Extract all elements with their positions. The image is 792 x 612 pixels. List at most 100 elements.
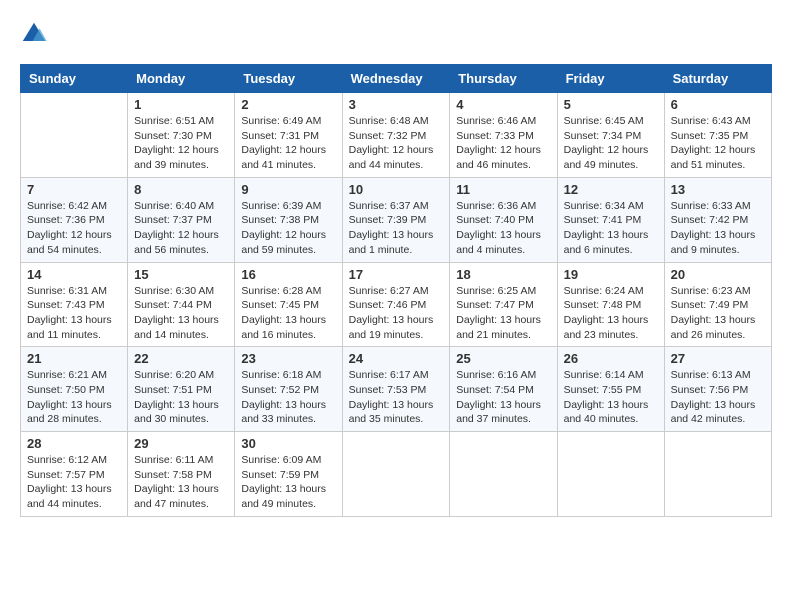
calendar-cell: 27 Sunrise: 6:13 AM Sunset: 7:56 PM Dayli… [664,347,771,432]
calendar-cell [450,432,557,517]
day-number: 14 [27,267,121,282]
calendar-cell: 30 Sunrise: 6:09 AM Sunset: 7:59 PM Dayli… [235,432,342,517]
calendar-cell: 9 Sunrise: 6:39 AM Sunset: 7:38 PM Daylig… [235,177,342,262]
calendar-cell: 5 Sunrise: 6:45 AM Sunset: 7:34 PM Daylig… [557,93,664,178]
calendar-cell: 1 Sunrise: 6:51 AM Sunset: 7:30 PM Daylig… [128,93,235,178]
calendar-cell: 10 Sunrise: 6:37 AM Sunset: 7:39 PM Dayli… [342,177,450,262]
calendar-cell [21,93,128,178]
day-info: Sunrise: 6:18 AM Sunset: 7:52 PM Dayligh… [241,368,335,427]
day-info: Sunrise: 6:51 AM Sunset: 7:30 PM Dayligh… [134,114,228,173]
day-info: Sunrise: 6:30 AM Sunset: 7:44 PM Dayligh… [134,284,228,343]
day-number: 1 [134,97,228,112]
day-info: Sunrise: 6:09 AM Sunset: 7:59 PM Dayligh… [241,453,335,512]
day-info: Sunrise: 6:31 AM Sunset: 7:43 PM Dayligh… [27,284,121,343]
day-info: Sunrise: 6:12 AM Sunset: 7:57 PM Dayligh… [27,453,121,512]
calendar-header-wednesday: Wednesday [342,65,450,93]
day-number: 26 [564,351,658,366]
day-info: Sunrise: 6:14 AM Sunset: 7:55 PM Dayligh… [564,368,658,427]
calendar-cell: 7Sunrise: 6:42 AM Sunset: 7:36 PM Daylig… [21,177,128,262]
day-info: Sunrise: 6:24 AM Sunset: 7:48 PM Dayligh… [564,284,658,343]
day-number: 30 [241,436,335,451]
day-number: 16 [241,267,335,282]
day-number: 19 [564,267,658,282]
day-number: 9 [241,182,335,197]
calendar-cell: 24Sunrise: 6:17 AM Sunset: 7:53 PM Dayli… [342,347,450,432]
calendar-cell [557,432,664,517]
calendar-header-thursday: Thursday [450,65,557,93]
calendar-week-row: 28 Sunrise: 6:12 AM Sunset: 7:57 PM Dayli… [21,432,772,517]
calendar-cell: 25 Sunrise: 6:16 AM Sunset: 7:54 PM Dayli… [450,347,557,432]
logo-icon [20,20,48,48]
calendar-cell: 18 Sunrise: 6:25 AM Sunset: 7:47 PM Dayli… [450,262,557,347]
calendar-header-monday: Monday [128,65,235,93]
calendar-header-tuesday: Tuesday [235,65,342,93]
calendar-table: SundayMondayTuesdayWednesdayThursdayFrid… [20,64,772,517]
day-number: 4 [456,97,550,112]
calendar-cell [664,432,771,517]
day-number: 2 [241,97,335,112]
calendar-cell: 8 Sunrise: 6:40 AM Sunset: 7:37 PM Daylig… [128,177,235,262]
calendar-cell [342,432,450,517]
day-info: Sunrise: 6:45 AM Sunset: 7:34 PM Dayligh… [564,114,658,173]
day-number: 12 [564,182,658,197]
day-number: 8 [134,182,228,197]
calendar-week-row: 14 Sunrise: 6:31 AM Sunset: 7:43 PM Dayli… [21,262,772,347]
page-header [20,20,772,48]
logo [20,20,52,48]
calendar-cell: 21 Sunrise: 6:21 AM Sunset: 7:50 PM Dayli… [21,347,128,432]
calendar-cell: 3 Sunrise: 6:48 AM Sunset: 7:32 PM Daylig… [342,93,450,178]
day-info: Sunrise: 6:33 AM Sunset: 7:42 PM Dayligh… [671,199,765,258]
day-number: 22 [134,351,228,366]
calendar-header-row: SundayMondayTuesdayWednesdayThursdayFrid… [21,65,772,93]
day-number: 29 [134,436,228,451]
day-number: 20 [671,267,765,282]
day-info: Sunrise: 6:43 AM Sunset: 7:35 PM Dayligh… [671,114,765,173]
calendar-week-row: 7Sunrise: 6:42 AM Sunset: 7:36 PM Daylig… [21,177,772,262]
day-info: Sunrise: 6:37 AM Sunset: 7:39 PM Dayligh… [349,199,444,258]
day-info: Sunrise: 6:36 AM Sunset: 7:40 PM Dayligh… [456,199,550,258]
day-info: Sunrise: 6:21 AM Sunset: 7:50 PM Dayligh… [27,368,121,427]
calendar-header-sunday: Sunday [21,65,128,93]
day-info: Sunrise: 6:11 AM Sunset: 7:58 PM Dayligh… [134,453,228,512]
day-info: Sunrise: 6:27 AM Sunset: 7:46 PM Dayligh… [349,284,444,343]
day-number: 10 [349,182,444,197]
day-info: Sunrise: 6:28 AM Sunset: 7:45 PM Dayligh… [241,284,335,343]
day-info: Sunrise: 6:20 AM Sunset: 7:51 PM Dayligh… [134,368,228,427]
day-number: 3 [349,97,444,112]
calendar-cell: 13 Sunrise: 6:33 AM Sunset: 7:42 PM Dayli… [664,177,771,262]
day-number: 21 [27,351,121,366]
calendar-cell: 11Sunrise: 6:36 AM Sunset: 7:40 PM Dayli… [450,177,557,262]
calendar-cell: 4 Sunrise: 6:46 AM Sunset: 7:33 PM Daylig… [450,93,557,178]
day-number: 25 [456,351,550,366]
day-number: 13 [671,182,765,197]
day-info: Sunrise: 6:25 AM Sunset: 7:47 PM Dayligh… [456,284,550,343]
day-info: Sunrise: 6:48 AM Sunset: 7:32 PM Dayligh… [349,114,444,173]
calendar-cell: 6 Sunrise: 6:43 AM Sunset: 7:35 PM Daylig… [664,93,771,178]
day-info: Sunrise: 6:46 AM Sunset: 7:33 PM Dayligh… [456,114,550,173]
calendar-header-friday: Friday [557,65,664,93]
day-info: Sunrise: 6:13 AM Sunset: 7:56 PM Dayligh… [671,368,765,427]
day-number: 28 [27,436,121,451]
day-number: 18 [456,267,550,282]
day-info: Sunrise: 6:42 AM Sunset: 7:36 PM Dayligh… [27,199,121,258]
calendar-cell: 16 Sunrise: 6:28 AM Sunset: 7:45 PM Dayli… [235,262,342,347]
day-number: 5 [564,97,658,112]
day-number: 6 [671,97,765,112]
day-info: Sunrise: 6:39 AM Sunset: 7:38 PM Dayligh… [241,199,335,258]
calendar-cell: 15 Sunrise: 6:30 AM Sunset: 7:44 PM Dayli… [128,262,235,347]
day-number: 17 [349,267,444,282]
day-info: Sunrise: 6:16 AM Sunset: 7:54 PM Dayligh… [456,368,550,427]
calendar-cell: 19 Sunrise: 6:24 AM Sunset: 7:48 PM Dayli… [557,262,664,347]
calendar-week-row: 21 Sunrise: 6:21 AM Sunset: 7:50 PM Dayli… [21,347,772,432]
calendar-cell: 12 Sunrise: 6:34 AM Sunset: 7:41 PM Dayli… [557,177,664,262]
calendar-cell: 17 Sunrise: 6:27 AM Sunset: 7:46 PM Dayli… [342,262,450,347]
day-number: 23 [241,351,335,366]
day-number: 27 [671,351,765,366]
calendar-week-row: 1 Sunrise: 6:51 AM Sunset: 7:30 PM Daylig… [21,93,772,178]
calendar-header-saturday: Saturday [664,65,771,93]
day-info: Sunrise: 6:49 AM Sunset: 7:31 PM Dayligh… [241,114,335,173]
day-info: Sunrise: 6:40 AM Sunset: 7:37 PM Dayligh… [134,199,228,258]
day-number: 15 [134,267,228,282]
calendar-cell: 26 Sunrise: 6:14 AM Sunset: 7:55 PM Dayli… [557,347,664,432]
day-info: Sunrise: 6:34 AM Sunset: 7:41 PM Dayligh… [564,199,658,258]
